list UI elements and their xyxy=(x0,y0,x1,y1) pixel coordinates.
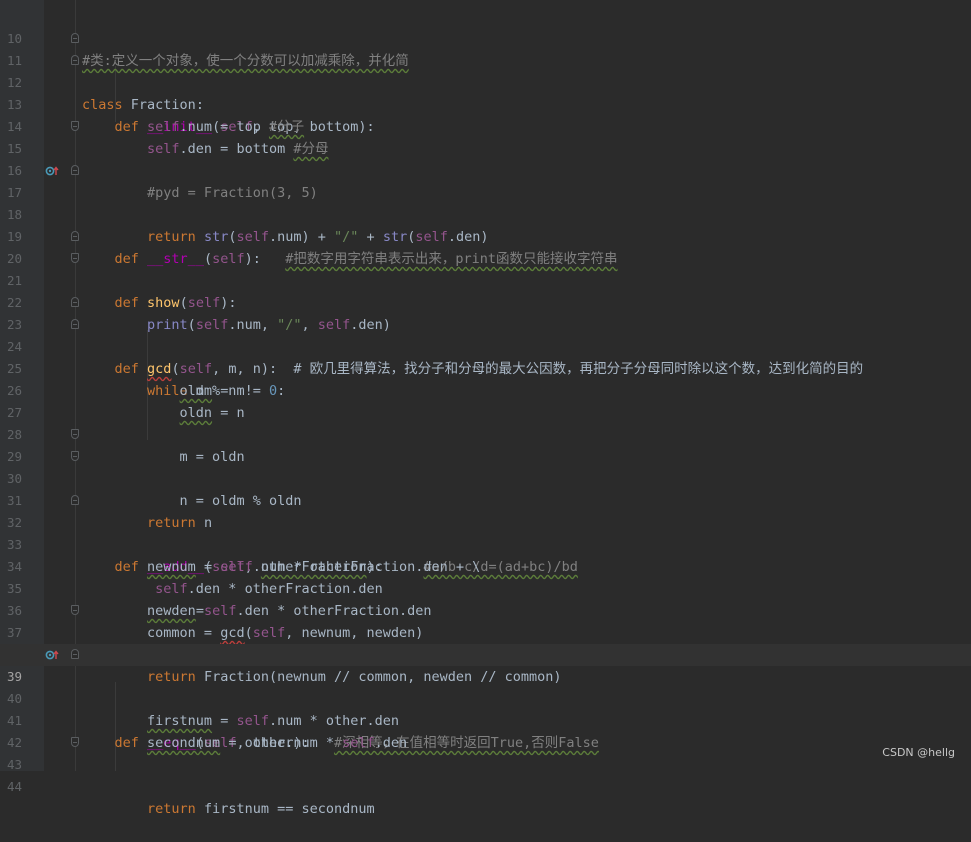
fold-marker-icon[interactable] xyxy=(71,55,79,65)
code-line[interactable]: 18 return str(self.num) + "/" + str(self… xyxy=(0,182,971,245)
fold-marker-icon[interactable] xyxy=(71,33,79,43)
code-line[interactable]: 32 def __add__(self, otherFraction): #a/… xyxy=(0,490,971,575)
code-line[interactable]: 31 xyxy=(0,468,971,508)
code-line[interactable]: 29 n = oldm % oldn xyxy=(0,424,971,509)
fold-marker-icon[interactable] xyxy=(71,649,79,659)
code-line[interactable]: 42 xyxy=(0,710,971,750)
code-line[interactable]: 38 xyxy=(0,622,971,662)
code-line[interactable]: 37 return Fraction(newnum // common, new… xyxy=(0,600,971,685)
fold-marker-icon[interactable] xyxy=(71,429,79,439)
fold-marker-icon[interactable] xyxy=(71,165,79,175)
code-line[interactable]: 44 xyxy=(0,754,971,794)
watermark: CSDN @hellg xyxy=(882,746,955,759)
code-line[interactable]: 24 while m % n != 0: xyxy=(0,314,971,399)
line-number: 44 xyxy=(6,779,22,794)
code-line[interactable]: 33 newnum = self.num * otherFraction.den… xyxy=(0,512,971,575)
override-icon[interactable] xyxy=(45,649,59,661)
code-line[interactable]: 19 xyxy=(0,204,971,244)
code-line[interactable]: 36 common = gcd(self, newnum, newden) xyxy=(0,578,971,641)
fold-marker-icon[interactable] xyxy=(71,121,79,131)
code-line[interactable]: 30 return n xyxy=(0,446,971,531)
code-line[interactable]: 27 xyxy=(0,380,971,420)
code-line[interactable]: 26 oldn = n xyxy=(0,358,971,421)
code-line-current[interactable]: 39 def __eq__(self, other): #深相等，在值相等时返回… xyxy=(0,644,971,751)
fold-marker-icon[interactable] xyxy=(71,231,79,241)
code-editor[interactable]: 10 #类:定义一个对象，使一个分数可以加减乘除，并化简 11 class Fr… xyxy=(0,0,971,817)
statement: firstnum == secondnum xyxy=(195,801,375,817)
code-line[interactable]: 13 self.num = top #分子 xyxy=(0,72,971,135)
code-line[interactable]: 12 def __init__(self, top, bottom): xyxy=(0,50,971,135)
code-line[interactable]: 10 #类:定义一个对象，使一个分数可以加减乘除，并化简 xyxy=(0,6,971,69)
fold-marker-icon[interactable] xyxy=(71,451,79,461)
fold-marker-icon[interactable] xyxy=(71,319,79,329)
code-line[interactable]: 15 #pyd = Fraction(3, 5) xyxy=(0,116,971,201)
keyword: return xyxy=(147,801,196,817)
fold-marker-icon[interactable] xyxy=(71,605,79,615)
code-line[interactable]: 28 m = oldn xyxy=(0,402,971,465)
code-line[interactable]: 35 newden=self.den * otherFraction.den xyxy=(0,556,971,619)
code-line[interactable]: 17 def __str__(self): #把数字用字符串表示出来，print… xyxy=(0,160,971,267)
code-line[interactable]: 21 print(self.num, "/", self.den) xyxy=(0,248,971,333)
fold-marker-icon[interactable] xyxy=(71,253,79,263)
code-line[interactable]: 23 def gcd(self, m, n): # 欧几里得算法，找分子和分母的… xyxy=(0,292,971,377)
code-line[interactable]: 41 secondnum = other.num * self.den xyxy=(0,688,971,751)
code-line[interactable]: 25 oldm = m xyxy=(0,336,971,399)
code-line[interactable]: 43 return firstnum == secondnum xyxy=(0,732,971,817)
fold-marker-icon[interactable] xyxy=(71,737,79,747)
code-line[interactable]: 11 class Fraction: xyxy=(0,28,971,113)
fold-marker-icon[interactable] xyxy=(71,297,79,307)
override-icon[interactable] xyxy=(45,165,59,177)
code-line[interactable]: 20 def show(self): xyxy=(0,226,971,311)
code-line[interactable]: 14 self.den = bottom #分母 xyxy=(0,94,971,157)
code-line[interactable]: 16 xyxy=(0,138,971,178)
code-line[interactable]: 34 self.den * otherFraction.den xyxy=(0,534,971,597)
code-line[interactable]: 22 xyxy=(0,270,971,310)
code-line[interactable]: 40 firstnum = self.num * other.den xyxy=(0,666,971,729)
fold-marker-icon[interactable] xyxy=(71,495,79,505)
